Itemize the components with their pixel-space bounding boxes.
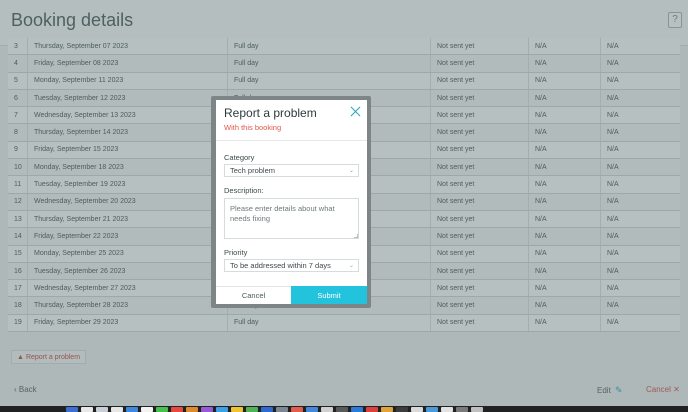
- category-select[interactable]: Tech problem ⌄: [224, 164, 359, 177]
- dock-app-icon[interactable]: [111, 407, 123, 412]
- priority-select[interactable]: To be addressed within 7 days ⌄: [224, 259, 359, 272]
- modal-header: Report a problem With this booking: [216, 100, 367, 141]
- modal-subtitle: With this booking: [224, 123, 282, 132]
- chevron-down-icon: ⌄: [348, 263, 354, 269]
- dock-app-icon[interactable]: [336, 407, 348, 412]
- resize-handle-icon[interactable]: [354, 234, 358, 238]
- dock-app-icon[interactable]: [396, 407, 408, 412]
- chevron-down-icon: ⌄: [348, 168, 354, 174]
- dock-app-icon[interactable]: [246, 407, 258, 412]
- dock-app-icon[interactable]: [156, 407, 168, 412]
- dock-app-icon[interactable]: [141, 407, 153, 412]
- dock-app-icon[interactable]: [381, 407, 393, 412]
- modal-actions: Cancel Submit: [216, 286, 367, 304]
- dock-app-icons: [66, 407, 483, 412]
- dock-app-icon[interactable]: [366, 407, 378, 412]
- dock-app-icon[interactable]: [351, 407, 363, 412]
- report-problem-modal: Report a problem With this booking Categ…: [216, 100, 367, 304]
- dock-app-icon[interactable]: [261, 407, 273, 412]
- description-field[interactable]: [224, 198, 359, 239]
- dock-app-icon[interactable]: [321, 407, 333, 412]
- dock-app-icon[interactable]: [81, 407, 93, 412]
- priority-value: To be addressed within 7 days: [230, 261, 331, 270]
- dock-app-icon[interactable]: [471, 407, 483, 412]
- category-value: Tech problem: [230, 166, 276, 175]
- dock-app-icon[interactable]: [456, 407, 468, 412]
- dock-app-icon[interactable]: [216, 407, 228, 412]
- dock-app-icon[interactable]: [276, 407, 288, 412]
- priority-label: Priority: [224, 248, 248, 257]
- submit-button[interactable]: Submit: [291, 286, 367, 304]
- cancel-button[interactable]: Cancel: [216, 286, 291, 304]
- dock-app-icon[interactable]: [426, 407, 438, 412]
- modal-title: Report a problem: [224, 106, 317, 120]
- category-label: Category: [224, 153, 255, 162]
- dock-app-icon[interactable]: [231, 407, 243, 412]
- dock-app-icon[interactable]: [126, 407, 138, 412]
- description-label: Description:: [224, 186, 264, 195]
- dock-app-icon[interactable]: [291, 407, 303, 412]
- dock-app-icon[interactable]: [186, 407, 198, 412]
- close-icon[interactable]: [350, 106, 361, 117]
- dock-app-icon[interactable]: [66, 407, 78, 412]
- dock-app-icon[interactable]: [441, 407, 453, 412]
- dock-app-icon[interactable]: [171, 407, 183, 412]
- dock-app-icon[interactable]: [411, 407, 423, 412]
- dock-app-icon[interactable]: [96, 407, 108, 412]
- dock-app-icon[interactable]: [306, 407, 318, 412]
- dock-app-icon[interactable]: [201, 407, 213, 412]
